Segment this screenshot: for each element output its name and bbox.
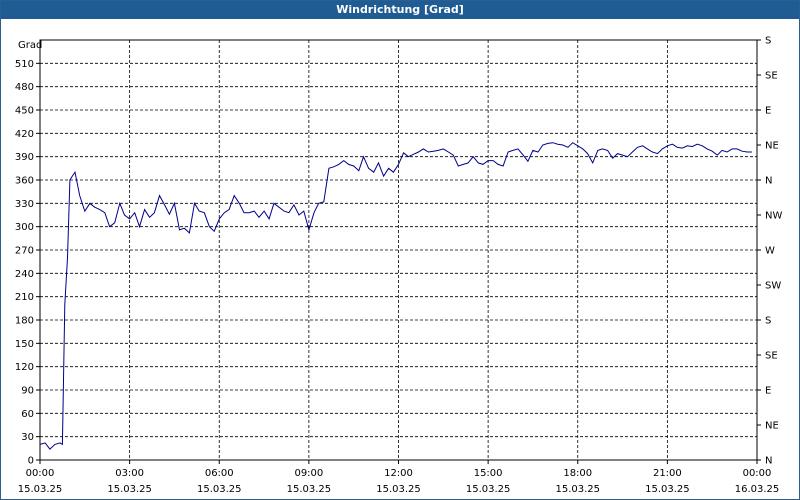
- series-line-wind-direction: [39, 142, 752, 450]
- x-tick-date: 15.03.25: [555, 484, 600, 495]
- y-tick-label: 330: [15, 199, 34, 210]
- x-tick-time: 15:00: [474, 468, 503, 479]
- y2-tick-label: SE: [765, 71, 778, 82]
- y2-axis-ticks: N NE E SE S SW W NW N NE E SE S: [757, 36, 782, 467]
- y-tick-label: 180: [15, 316, 34, 327]
- x-tick-time: 21:00: [653, 468, 682, 479]
- y2-tick-label: N: [765, 456, 772, 467]
- y2-tick-label: SW: [765, 281, 781, 292]
- x-tick-date: 15.03.25: [107, 484, 152, 495]
- x-tick-date: 15.03.25: [197, 484, 242, 495]
- y-tick-label: 360: [15, 176, 34, 187]
- y-tick-label: 510: [15, 59, 34, 70]
- y2-tick-label: NE: [765, 141, 779, 152]
- x-tick-date: 16.03.25: [735, 484, 780, 495]
- x-tick-time: 00:00: [26, 468, 55, 479]
- x-tick-date: 15.03.25: [466, 484, 511, 495]
- y-tick-label: 30: [21, 432, 34, 443]
- x-tick-date: 15.03.25: [287, 484, 332, 495]
- x-tick-time: 06:00: [205, 468, 234, 479]
- y2-tick-label: S: [765, 316, 771, 327]
- x-tick-date: 15.03.25: [18, 484, 63, 495]
- wind-direction-chart: Grad 0 30 60 90 120 150 180 210 240 270 300 330 360 3…: [15, 36, 783, 496]
- y-tick-label: 150: [15, 339, 34, 350]
- y-tick-label: 60: [21, 409, 34, 420]
- x-tick-date: 15.03.25: [376, 484, 421, 495]
- y-tick-label: 450: [15, 106, 34, 117]
- y2-tick-label: S: [765, 36, 771, 47]
- y2-tick-label: NE: [765, 421, 779, 432]
- y-tick-label: 270: [15, 246, 34, 257]
- y-tick-label: 420: [15, 129, 34, 140]
- x-tick-time: 00:00: [743, 468, 772, 479]
- y2-tick-label: SE: [765, 351, 778, 362]
- y-tick-label: 300: [15, 222, 34, 233]
- x-tick-time: 03:00: [115, 468, 144, 479]
- y-tick-label: 120: [15, 362, 34, 373]
- y-axis-ticks: 0 30 60 90 120 150 180 210 240 270 300 330 360 390 420…: [15, 59, 40, 467]
- x-tick-time: 09:00: [294, 468, 323, 479]
- y-tick-label: 90: [21, 386, 34, 397]
- y-tick-label: 210: [15, 292, 34, 303]
- y2-tick-label: N: [765, 176, 772, 187]
- grid-lines: [40, 40, 757, 460]
- y-tick-label: 390: [15, 152, 34, 163]
- y2-tick-label: NW: [765, 211, 782, 222]
- y2-tick-label: E: [765, 386, 771, 397]
- y2-tick-label: W: [765, 246, 775, 257]
- y-tick-label: 0: [28, 456, 34, 467]
- x-tick-time: 18:00: [563, 468, 592, 479]
- y2-tick-label: E: [765, 106, 771, 117]
- x-tick-date: 15.03.25: [645, 484, 690, 495]
- y-tick-label: 480: [15, 82, 34, 93]
- x-tick-time: 12:00: [384, 468, 413, 479]
- x-axis-ticks: 00:00 15.03.25 03:00 15.03.25 06:00 15.03.25 0…: [18, 460, 780, 495]
- y-axis-label: Grad: [18, 40, 42, 51]
- y-tick-label: 240: [15, 269, 34, 280]
